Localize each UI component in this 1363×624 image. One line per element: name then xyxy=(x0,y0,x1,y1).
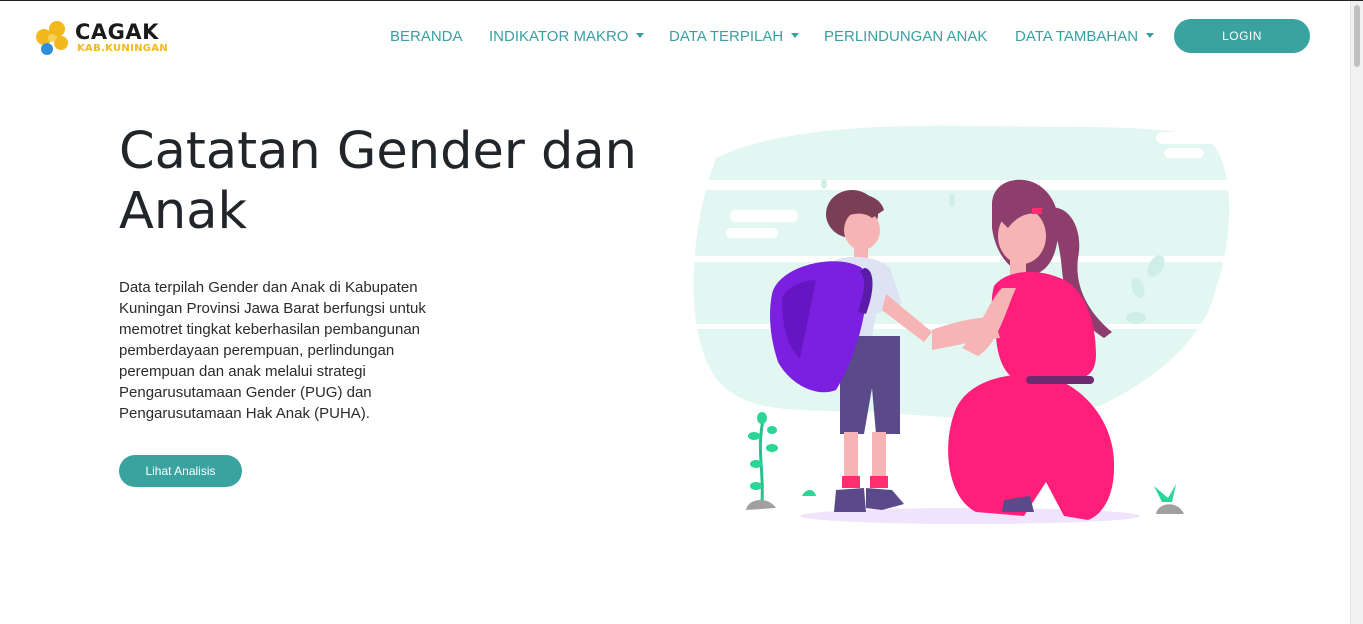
chevron-down-icon xyxy=(791,33,800,38)
nav-item-label: BERANDA xyxy=(390,28,463,45)
lihat-analisis-button[interactable]: Lihat Analisis xyxy=(119,455,242,487)
nav-item-beranda[interactable]: BERANDA xyxy=(390,28,463,45)
nav-item-label: DATA TAMBAHAN xyxy=(1015,28,1139,45)
nav-item-label: PERLINDUNGAN ANAK xyxy=(824,28,988,45)
hero-description: Data terpilah Gender dan Anak di Kabupat… xyxy=(119,279,426,422)
nav-item-data-tambahan[interactable]: DATA TAMBAHAN xyxy=(1015,28,1155,45)
nav-item-indikator-makro[interactable]: INDIKATOR MAKRO xyxy=(489,28,645,45)
page-title: Catatan Gender dan Anak xyxy=(119,122,637,241)
login-button[interactable]: LOGIN xyxy=(1174,19,1310,53)
logo-brand-text: CAGAK xyxy=(75,20,159,44)
logo-subtitle: KAB.KUNINGAN xyxy=(77,43,168,54)
hero-illustration xyxy=(686,125,1238,524)
page-scrollbar[interactable] xyxy=(1350,1,1363,624)
navbar: CAGAK KAB.KUNINGAN BERANDA INDIKATOR MAK… xyxy=(0,1,1350,71)
nav-item-perlindungan-anak[interactable]: PERLINDUNGAN ANAK xyxy=(824,28,987,45)
chevron-down-icon xyxy=(636,33,645,38)
chevron-down-icon xyxy=(1146,33,1155,38)
nav-item-data-terpilah[interactable]: DATA TERPILAH xyxy=(669,28,800,45)
logo-flower-icon xyxy=(36,21,68,55)
site-logo[interactable]: CAGAK KAB.KUNINGAN xyxy=(33,19,173,59)
nav-item-label: INDIKATOR MAKRO xyxy=(489,28,629,45)
scrollbar-thumb[interactable] xyxy=(1354,5,1360,67)
nav-item-label: DATA TERPILAH xyxy=(669,28,784,45)
